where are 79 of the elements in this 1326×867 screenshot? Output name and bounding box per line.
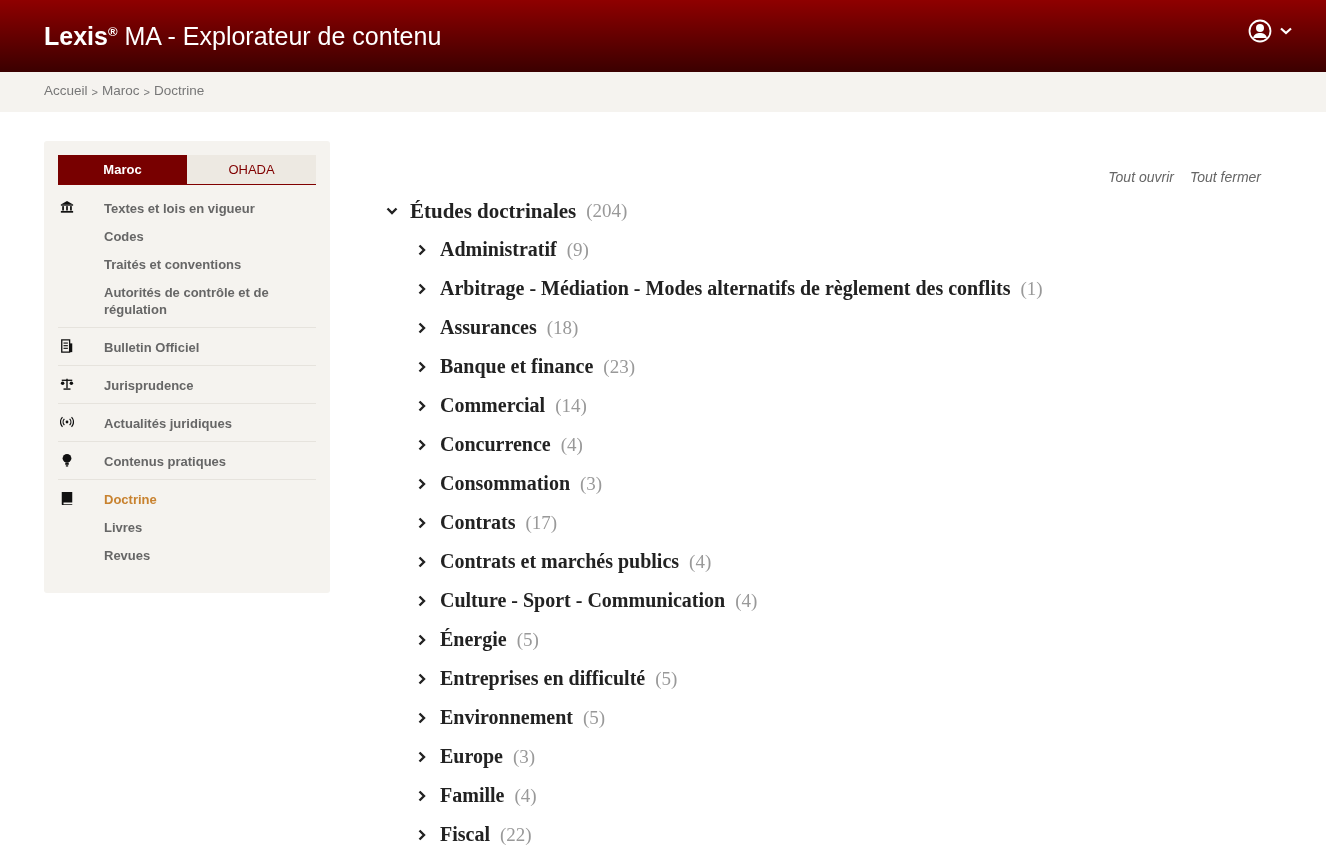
breadcrumb-link[interactable]: Maroc [101,83,140,101]
chevron-right-icon[interactable] [416,438,428,451]
book-icon [60,491,74,505]
action-link[interactable]: Tout fermer [1189,169,1261,185]
sidebar-item[interactable]: Actualités juridiques [104,409,232,437]
sidebar-item[interactable]: Traités et conventions [104,250,294,278]
sidebar-item[interactable]: Revues [104,541,157,569]
item-count: (4) [514,784,537,807]
item-count: (5) [516,628,539,651]
tree-item[interactable]: Environnement [440,706,573,729]
item-count: (4) [735,589,758,612]
item-count: (18) [546,316,579,339]
tree-item[interactable]: Fiscal [440,823,490,846]
chevron-down-icon[interactable] [386,205,398,217]
tree-item[interactable]: Entreprises en difficulté [440,667,646,690]
item-count: (1) [1020,277,1043,300]
chevron-right-icon[interactable] [416,555,428,568]
breadcrumb-link[interactable]: Accueil [44,83,88,101]
item-count: (204) [586,200,628,222]
chevron-right-icon[interactable] [416,828,428,841]
user-icon[interactable] [1248,19,1272,43]
lightbulb-icon [60,453,74,467]
building-icon [60,200,74,214]
tree-item[interactable]: Administratif [440,238,557,261]
chevron-right-icon[interactable] [416,477,428,490]
broadcast-icon [60,415,74,429]
sidebar-item[interactable]: Textes et lois en vigueur [104,194,294,222]
separator-text: > [143,85,150,100]
chevron-right-icon[interactable] [416,750,428,763]
sidebar-item[interactable]: Autorités de contrôle et de régulation [104,278,294,323]
sidebar-item[interactable]: Jurisprudence [104,371,194,399]
sidebar-item[interactable]: Livres [104,513,157,541]
sidebar-item[interactable]: Codes [104,222,294,250]
breadcrumb-link[interactable]: Doctrine [153,83,205,101]
item-count: (22) [500,823,532,846]
region-tab[interactable]: Maroc [58,155,187,184]
chevron-right-icon[interactable] [416,516,428,529]
caret-icon[interactable] [1280,27,1292,35]
sidebar-item[interactable]: Contenus pratiques [104,447,227,475]
chevron-right-icon[interactable] [416,672,428,685]
chevron-right-icon[interactable] [416,321,428,334]
scales-icon [60,377,74,391]
chevron-right-icon[interactable] [416,711,428,724]
item-count: (4) [689,550,712,573]
chevron-right-icon[interactable] [416,633,428,646]
chevron-right-icon[interactable] [416,360,428,373]
action-link[interactable]: Tout ouvrir [1108,169,1174,185]
separator-text: > [91,85,98,100]
sidebar-item[interactable]: Bulletin Officiel [104,333,200,361]
tree-item[interactable]: Famille [440,784,505,807]
item-count: (5) [583,706,606,729]
tree-item[interactable]: Contrats [440,511,516,534]
tree-item[interactable]: Commercial [440,394,546,417]
tree-item[interactable]: Consommation [440,472,570,495]
app-title: Lexis$^{®}$ MA - Explorateur de contenu [44,21,442,50]
item-count: (14) [555,394,587,417]
tree-item[interactable]: Concurrence [440,433,551,456]
tree-item[interactable]: Assurances [440,316,537,339]
item-count: (4) [560,433,583,456]
chevron-right-icon[interactable] [416,789,428,802]
tree-item[interactable]: Culture - Sport - Communication [440,589,726,612]
item-count: (3) [513,745,536,768]
item-count: (9) [566,238,589,261]
item-count: (23) [603,355,635,378]
chevron-right-icon[interactable] [416,399,428,412]
tree-item[interactable]: Contrats et marchés publics [440,550,680,573]
chevron-right-icon[interactable] [416,282,428,295]
chevron-right-icon[interactable] [416,594,428,607]
item-count: (5) [655,667,678,690]
tree-item[interactable]: Énergie [440,628,507,651]
item-count: (3) [580,472,603,495]
newspaper-icon [60,339,74,353]
tree-item[interactable]: Études doctrinales [410,198,577,224]
item-count: (17) [525,511,558,534]
tree-item[interactable]: Arbitrage - Médiation - Modes alternatifs de règlement des conflits [440,277,1011,300]
region-tab[interactable]: OHADA [187,155,316,184]
tree-item[interactable]: Banque et finance [440,355,594,378]
chevron-right-icon[interactable] [416,243,428,256]
tree-item[interactable]: Europe [440,745,503,768]
